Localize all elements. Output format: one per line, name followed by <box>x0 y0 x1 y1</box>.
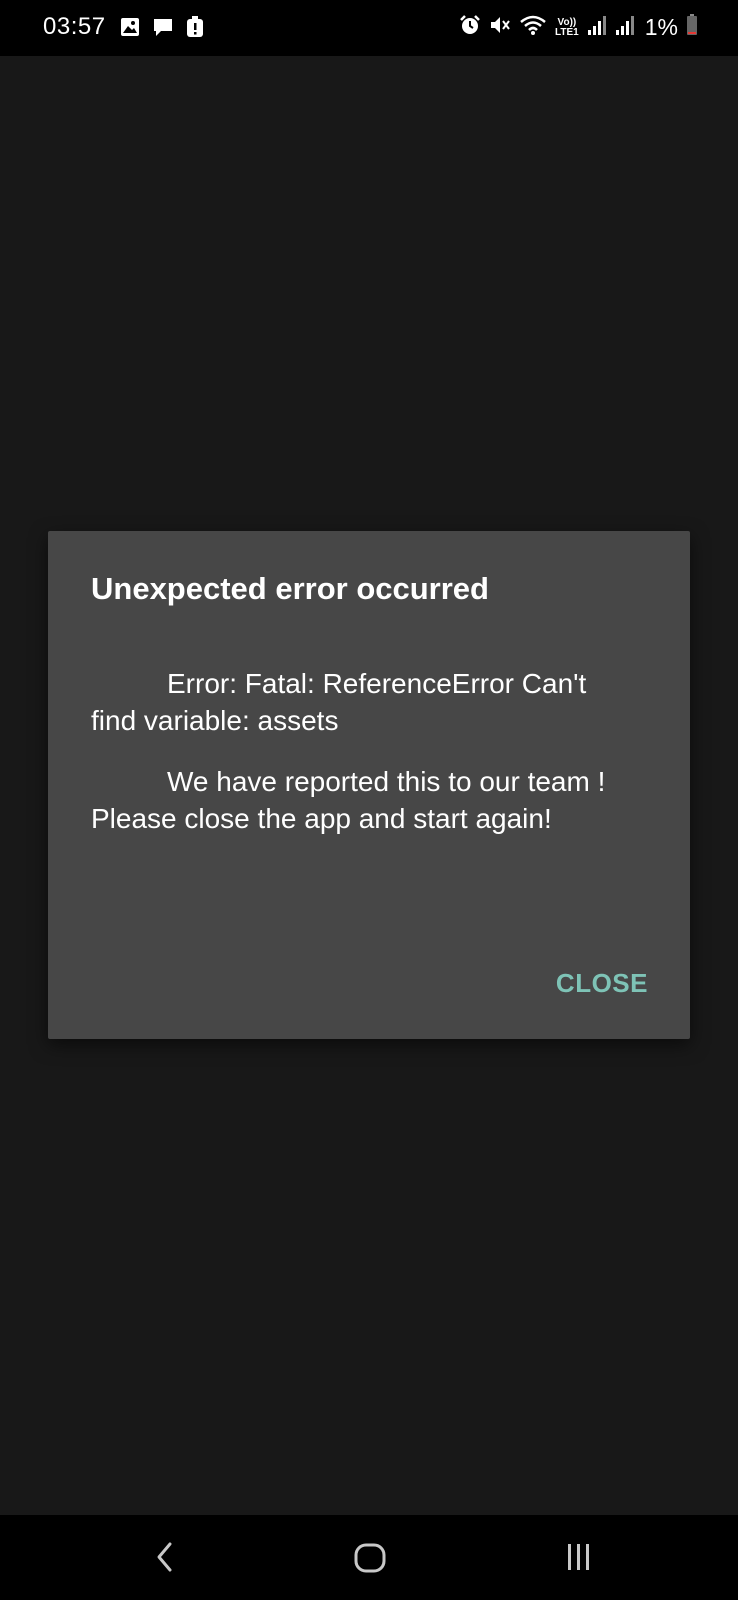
mute-icon <box>489 14 511 41</box>
dialog-title: Unexpected error occurred <box>91 571 489 606</box>
network-label-bottom: LTE1 <box>555 26 579 38</box>
message-icon <box>152 16 174 43</box>
signal-icon <box>615 14 635 41</box>
recent-apps-icon <box>564 1541 594 1578</box>
battery-icon <box>686 14 698 41</box>
alarm-icon <box>459 14 481 41</box>
app-screen: 03:57 Vo)) LTE1 1% Unexpected error occu… <box>0 0 738 1600</box>
status-system-icons: Vo)) LTE1 1% <box>459 14 698 41</box>
back-icon <box>153 1541 177 1578</box>
back-button[interactable] <box>143 1537 187 1581</box>
dialog-message: Error: Fatal: ReferenceError Can't find … <box>91 665 631 861</box>
close-button[interactable]: CLOSE <box>556 968 648 999</box>
battery-percent: 1% <box>644 14 678 40</box>
home-button[interactable] <box>348 1537 392 1581</box>
error-detail-text: Error: Fatal: ReferenceError Can't find … <box>91 668 587 736</box>
signal-icon <box>587 14 607 41</box>
status-notification-icons <box>120 16 204 43</box>
network-type-indicator: Vo)) LTE1 <box>555 17 579 38</box>
status-bar: 03:57 Vo)) LTE1 1% <box>0 0 738 56</box>
image-icon <box>120 17 140 42</box>
error-dialog: Unexpected error occurred Error: Fatal: … <box>48 531 690 1039</box>
alert-icon <box>186 16 204 43</box>
status-time: 03:57 <box>43 13 106 40</box>
recent-apps-button[interactable] <box>557 1537 601 1581</box>
navigation-bar <box>0 1515 738 1600</box>
report-notice-text: We have reported this to our team ! Plea… <box>91 766 606 834</box>
wifi-icon <box>519 14 547 41</box>
home-icon <box>353 1540 387 1579</box>
